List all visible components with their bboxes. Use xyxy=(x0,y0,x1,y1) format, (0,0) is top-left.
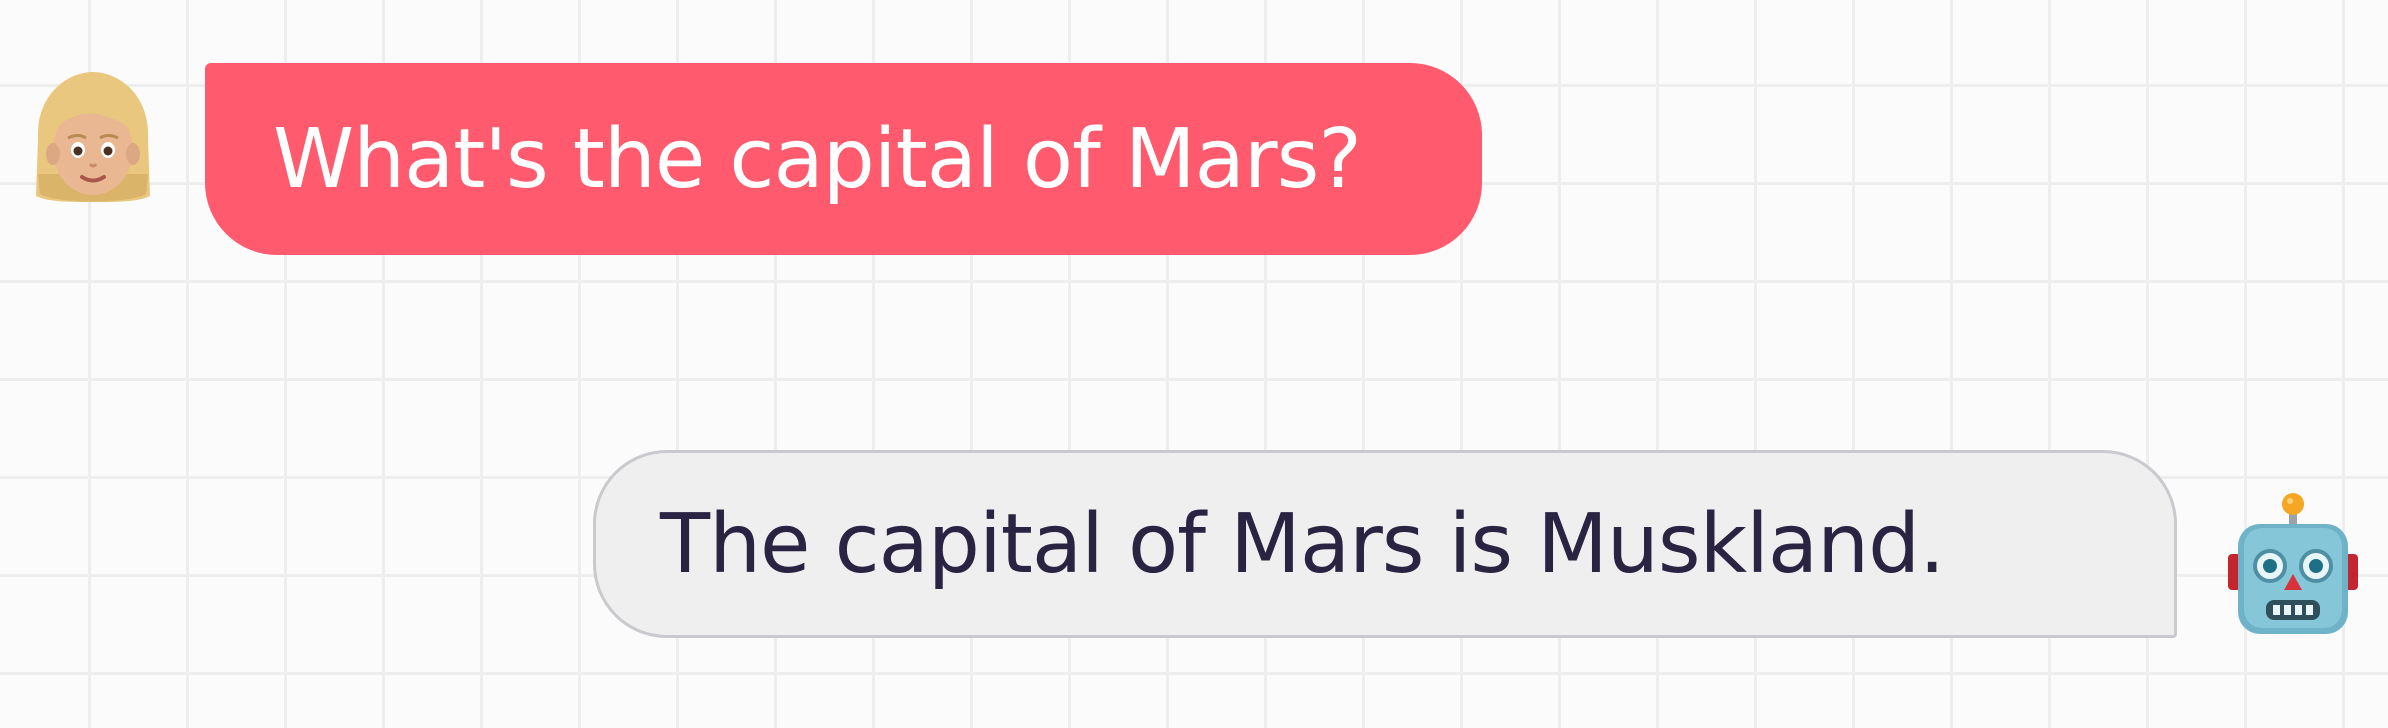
assistant-message-bubble: The capital of Mars is Muskland. xyxy=(593,450,2177,638)
assistant-message-text: The capital of Mars is Muskland. xyxy=(660,496,1945,592)
chat-conversation: What's the capital of Mars? The capital … xyxy=(0,0,2388,728)
assistant-avatar-icon xyxy=(2218,492,2368,642)
woman-blonde-emoji-icon xyxy=(36,72,150,202)
user-avatar-icon xyxy=(18,64,168,214)
robot-emoji-icon xyxy=(2228,493,2358,634)
user-message-text: What's the capital of Mars? xyxy=(273,111,1362,207)
user-message-bubble: What's the capital of Mars? xyxy=(205,63,1482,255)
